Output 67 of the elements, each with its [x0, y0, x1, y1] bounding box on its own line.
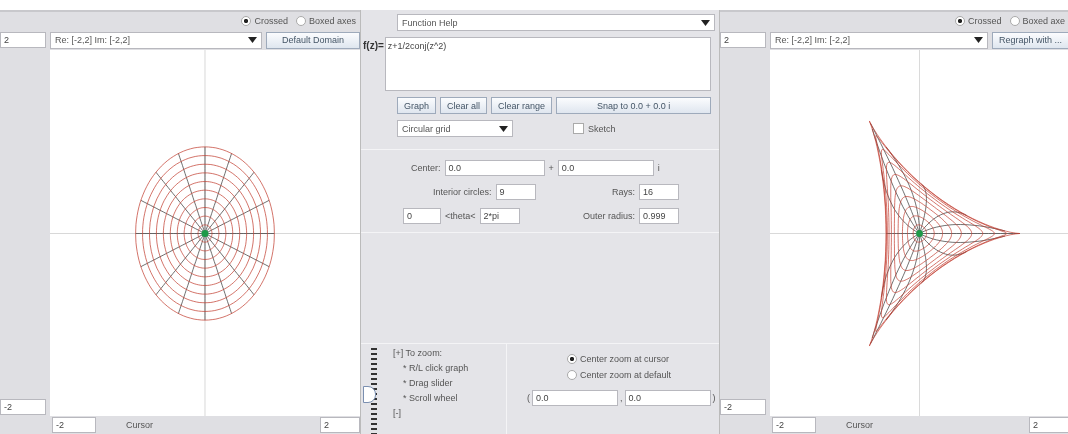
- caret-icon: [499, 125, 508, 132]
- radio-button[interactable]: [955, 16, 965, 26]
- caret-icon: [974, 37, 983, 43]
- center-point: [201, 230, 209, 238]
- grid-type-dropdown[interactable]: Circular grid: [397, 120, 513, 137]
- zoom-re-field[interactable]: 0.0: [532, 390, 618, 406]
- default-domain-button[interactable]: Default Domain: [266, 31, 360, 49]
- radio-label: Crossed: [254, 16, 288, 26]
- radio-label: Center zoom at cursor: [580, 354, 670, 364]
- center-im-field[interactable]: 0.0: [557, 160, 654, 176]
- x-min-field[interactable]: -2: [52, 417, 96, 433]
- caret-icon: [701, 19, 710, 26]
- action-button[interactable]: Clear range: [491, 97, 553, 114]
- zoom-hint: * Drag slider: [402, 378, 454, 388]
- action-button[interactable]: Snap to 0.0 + 0.0 i: [556, 97, 711, 114]
- regraph-button[interactable]: Regraph with ...: [992, 31, 1068, 49]
- x-min-field[interactable]: -2: [772, 417, 816, 433]
- formula-field[interactable]: z+1/2conj(z^2): [384, 37, 711, 91]
- action-button[interactable]: Clear all: [440, 97, 488, 114]
- circles-label: Interior circles:: [433, 187, 492, 197]
- zoom-in-label[interactable]: [+] To zoom:: [393, 348, 469, 358]
- theta-label: <theta<: [445, 211, 476, 221]
- action-button[interactable]: Graph: [397, 97, 436, 114]
- theta-max-field[interactable]: 2*pi: [479, 208, 520, 224]
- function-label: f(z)=: [363, 39, 384, 51]
- radius-label: Outer radius:: [582, 211, 635, 221]
- caret-icon: [248, 37, 257, 43]
- center-point: [916, 230, 923, 238]
- sketch-label: Sketch: [588, 123, 616, 134]
- zoom-out-label[interactable]: [-]: [393, 408, 469, 418]
- rays-label: Rays:: [612, 187, 635, 197]
- radio-label: Crossed: [968, 16, 1002, 26]
- zoom-hint: * R/L click graph: [402, 363, 469, 373]
- y-max-field[interactable]: 2: [0, 32, 46, 48]
- y-max-field[interactable]: 2: [720, 32, 766, 48]
- radio-label: Boxed axes: [308, 16, 356, 26]
- x-max-field[interactable]: 2: [1029, 417, 1068, 433]
- radio-button[interactable]: [1009, 16, 1020, 26]
- y-min-field[interactable]: -2: [720, 399, 766, 415]
- i-label: i: [657, 163, 660, 173]
- center-re-field[interactable]: 0.0: [444, 160, 545, 176]
- paren-label: ): [712, 393, 716, 403]
- theta-min-field[interactable]: 0: [403, 208, 441, 224]
- sketch-checkbox[interactable]: [573, 123, 584, 134]
- radius-field[interactable]: 0.999: [639, 208, 679, 224]
- function-help-dropdown[interactable]: Function Help: [397, 14, 715, 31]
- x-max-field[interactable]: 2: [320, 417, 360, 433]
- graph-canvas[interactable]: [770, 50, 1068, 416]
- plus-label: +: [548, 163, 554, 173]
- center-label: Center:: [411, 163, 441, 173]
- zoom-im-field[interactable]: 0.0: [624, 390, 711, 406]
- paren-label: (: [527, 393, 530, 403]
- domain-dropdown[interactable]: Re: [-2,2] Im: [-2,2]: [50, 31, 262, 49]
- radio-button[interactable]: [567, 354, 577, 364]
- radio-button[interactable]: [295, 16, 306, 26]
- comma-label: ,: [620, 393, 623, 403]
- cursor-label: Cursor: [126, 420, 153, 430]
- radio-label: Boxed axe: [1022, 16, 1066, 26]
- radio-label: Center zoom at default: [580, 370, 672, 380]
- cursor-label: Cursor: [846, 420, 873, 430]
- circles-field[interactable]: 9: [495, 184, 536, 200]
- zoom-hint: * Scroll wheel: [402, 393, 459, 403]
- radio-button[interactable]: [567, 370, 577, 380]
- domain-dropdown[interactable]: Re: [-2,2] Im: [-2,2]: [770, 31, 988, 49]
- y-min-field[interactable]: -2: [0, 399, 46, 415]
- rays-field[interactable]: 16: [639, 184, 679, 200]
- radio-button[interactable]: [241, 16, 252, 26]
